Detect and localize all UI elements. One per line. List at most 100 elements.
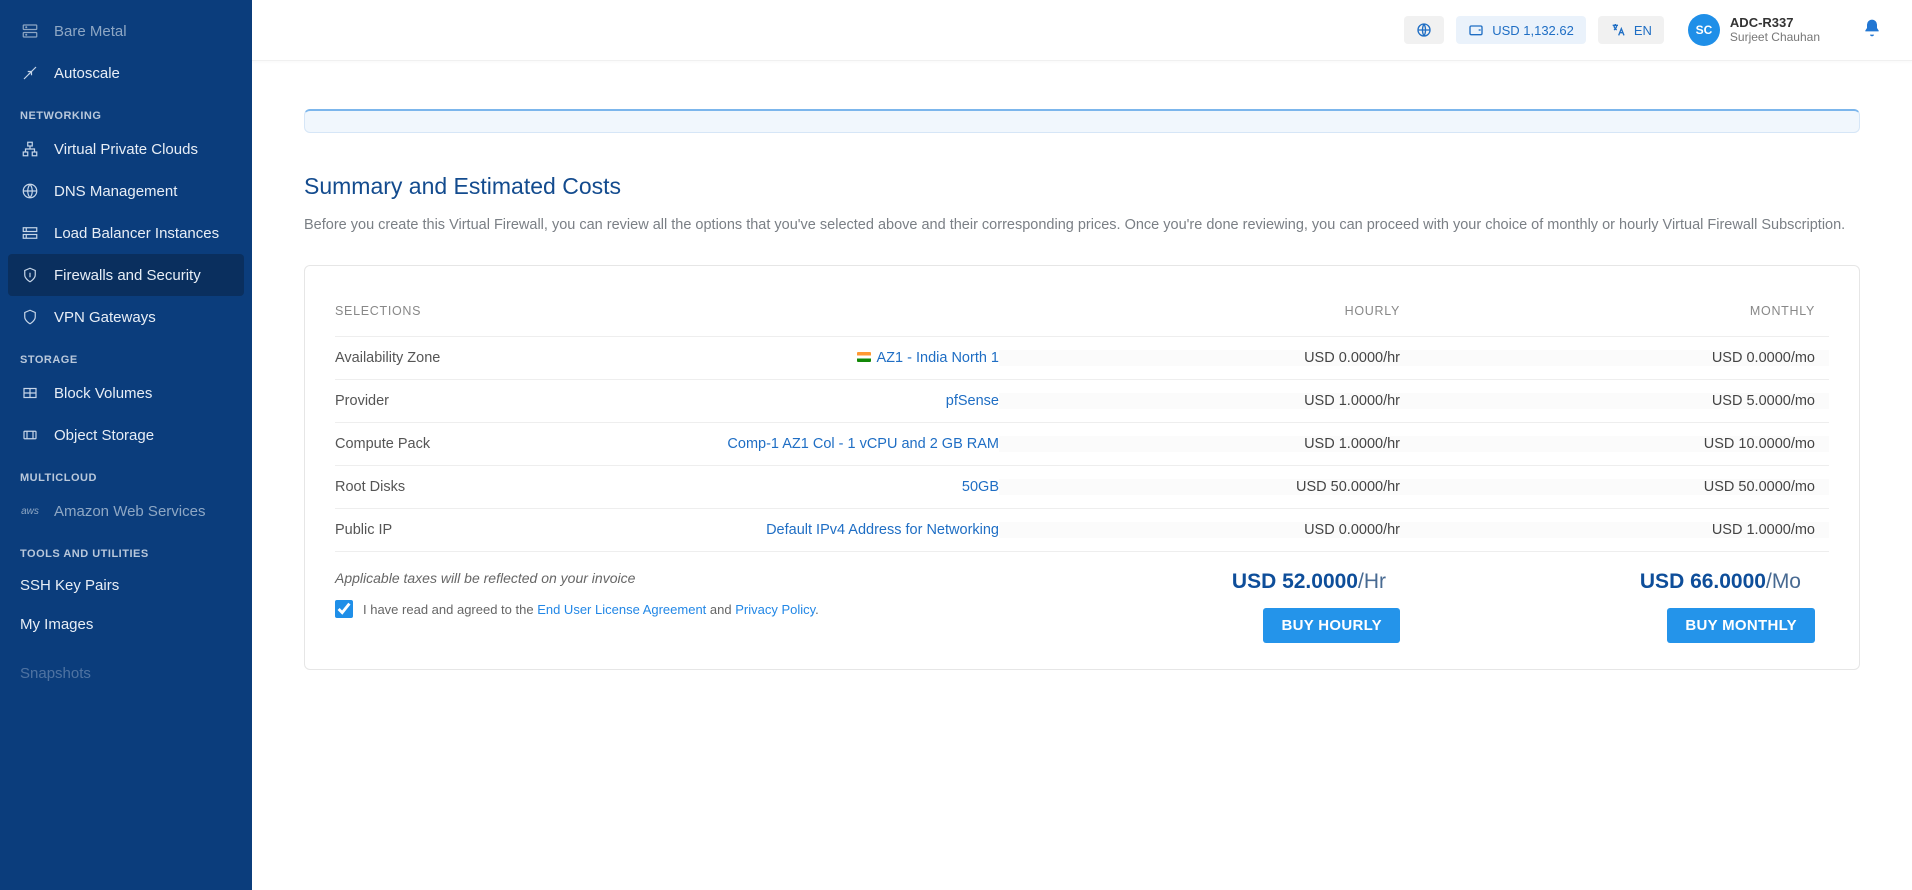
sidebar-item-label: Amazon Web Services — [54, 503, 205, 520]
topbar: USD 1,132.62 EN SC ADC-R337 Surjeet Chau… — [252, 0, 1912, 61]
language-value: EN — [1634, 23, 1652, 38]
row-label: Compute Pack — [335, 436, 430, 452]
load-balancer-icon — [20, 223, 40, 243]
avatar: SC — [1688, 14, 1720, 46]
row-hourly: USD 0.0000/hr — [999, 522, 1414, 538]
row-monthly: USD 10.0000/mo — [1414, 436, 1829, 452]
sidebar-item-label: Object Storage — [54, 427, 154, 444]
privacy-link[interactable]: Privacy Policy — [735, 602, 815, 617]
sidebar-item-block-volumes[interactable]: Block Volumes — [0, 372, 252, 414]
network-icon — [20, 139, 40, 159]
sidebar-item-label: SSH Key Pairs — [20, 577, 119, 594]
scale-icon — [20, 63, 40, 83]
buy-monthly-button[interactable]: BUY MONTHLY — [1667, 608, 1815, 643]
agree-row[interactable]: I have read and agreed to the End User L… — [335, 600, 999, 618]
sidebar: Bare Metal Autoscale NETWORKING Virtual … — [0, 0, 252, 890]
head-hourly: HOURLY — [999, 304, 1414, 318]
balance-chip[interactable]: USD 1,132.62 — [1456, 16, 1586, 44]
user-menu[interactable]: SC ADC-R337 Surjeet Chauhan — [1688, 14, 1820, 46]
row-label: Public IP — [335, 522, 392, 538]
row-value: Comp-1 AZ1 Col - 1 vCPU and 2 GB RAM — [727, 436, 999, 452]
sidebar-item-my-images[interactable]: My Images — [0, 605, 252, 644]
row-label: Provider — [335, 393, 389, 409]
summary-row: Root Disks 50GB USD 50.0000/hr USD 50.00… — [335, 465, 1829, 508]
sidebar-item-bare-metal[interactable]: Bare Metal — [0, 10, 252, 52]
sidebar-item-dns[interactable]: DNS Management — [0, 170, 252, 212]
region-switcher[interactable] — [1404, 16, 1444, 44]
row-value: Default IPv4 Address for Networking — [766, 522, 999, 538]
row-label: Availability Zone — [335, 350, 440, 366]
section-title: Summary and Estimated Costs — [304, 173, 1860, 200]
row-monthly: USD 50.0000/mo — [1414, 479, 1829, 495]
summary-row: Provider pfSense USD 1.0000/hr USD 5.000… — [335, 379, 1829, 422]
firewall-icon — [20, 265, 40, 285]
server-icon — [20, 21, 40, 41]
sidebar-section-tools: TOOLS AND UTILITIES — [0, 532, 252, 566]
notifications-button[interactable] — [1862, 18, 1882, 43]
sidebar-item-ssh-keys[interactable]: SSH Key Pairs — [0, 566, 252, 605]
section-desc: Before you create this Virtual Firewall,… — [304, 214, 1860, 237]
summary-row: Public IP Default IPv4 Address for Netwo… — [335, 508, 1829, 551]
globe-icon — [20, 181, 40, 201]
sidebar-item-label: Bare Metal — [54, 23, 127, 40]
notice-card — [304, 109, 1860, 133]
summary-header: SELECTIONS HOURLY MONTHLY — [335, 296, 1829, 336]
sidebar-item-label: Autoscale — [54, 65, 120, 82]
aws-icon: aws — [20, 501, 40, 521]
row-hourly: USD 0.0000/hr — [999, 350, 1414, 366]
sidebar-section-storage: STORAGE — [0, 338, 252, 372]
sidebar-item-label: Virtual Private Clouds — [54, 141, 198, 158]
sidebar-section-multicloud: MULTICLOUD — [0, 456, 252, 490]
sidebar-item-label: My Images — [20, 616, 93, 633]
sidebar-item-lb[interactable]: Load Balancer Instances — [0, 212, 252, 254]
row-hourly: USD 1.0000/hr — [999, 436, 1414, 452]
summary-card: SELECTIONS HOURLY MONTHLY Availability Z… — [304, 265, 1860, 670]
balance-value: USD 1,132.62 — [1492, 23, 1574, 38]
sidebar-item-vpc[interactable]: Virtual Private Clouds — [0, 128, 252, 170]
sidebar-item-snapshots[interactable]: Snapshots — [0, 654, 252, 693]
summary-row: Compute Pack Comp-1 AZ1 Col - 1 vCPU and… — [335, 422, 1829, 465]
eula-link[interactable]: End User License Agreement — [537, 602, 706, 617]
row-value: pfSense — [946, 393, 999, 409]
sidebar-item-firewalls[interactable]: Firewalls and Security — [8, 254, 244, 296]
language-switcher[interactable]: EN — [1598, 16, 1664, 44]
sidebar-item-aws[interactable]: aws Amazon Web Services — [0, 490, 252, 532]
shield-icon — [20, 307, 40, 327]
sidebar-section-networking: NETWORKING — [0, 94, 252, 128]
user-name: Surjeet Chauhan — [1730, 31, 1820, 44]
sidebar-item-label: DNS Management — [54, 183, 177, 200]
translate-icon — [1610, 22, 1626, 38]
summary-row: Availability Zone AZ1 - India North 1 US… — [335, 336, 1829, 379]
content: Summary and Estimated Costs Before you c… — [252, 109, 1912, 730]
sidebar-item-label: Snapshots — [20, 665, 91, 682]
row-monthly: USD 1.0000/mo — [1414, 522, 1829, 538]
main: USD 1,132.62 EN SC ADC-R337 Surjeet Chau… — [252, 0, 1912, 890]
sidebar-item-label: Load Balancer Instances — [54, 225, 219, 242]
row-value: 50GB — [962, 479, 999, 495]
sidebar-item-vpn[interactable]: VPN Gateways — [0, 296, 252, 338]
tax-note: Applicable taxes will be reflected on yo… — [335, 570, 999, 586]
globe-icon — [1416, 22, 1432, 38]
head-selections: SELECTIONS — [335, 304, 999, 318]
block-icon — [20, 383, 40, 403]
row-monthly: USD 0.0000/mo — [1414, 350, 1829, 366]
sidebar-item-label: Block Volumes — [54, 385, 152, 402]
head-monthly: MONTHLY — [1414, 304, 1829, 318]
total-monthly: USD 66.0000/Mo — [1414, 570, 1815, 594]
user-id: ADC-R337 — [1730, 16, 1820, 30]
row-hourly: USD 50.0000/hr — [999, 479, 1414, 495]
object-icon — [20, 425, 40, 445]
buy-hourly-button[interactable]: BUY HOURLY — [1263, 608, 1400, 643]
row-monthly: USD 5.0000/mo — [1414, 393, 1829, 409]
sidebar-item-autoscale[interactable]: Autoscale — [0, 52, 252, 94]
row-value: AZ1 - India North 1 — [857, 350, 1000, 366]
sidebar-item-label: VPN Gateways — [54, 309, 156, 326]
sidebar-item-label: Firewalls and Security — [54, 267, 201, 284]
total-hourly: USD 52.0000/Hr — [999, 570, 1400, 594]
wallet-icon — [1468, 22, 1484, 38]
row-label: Root Disks — [335, 479, 405, 495]
row-hourly: USD 1.0000/hr — [999, 393, 1414, 409]
sidebar-item-object-storage[interactable]: Object Storage — [0, 414, 252, 456]
india-flag-icon — [857, 352, 871, 362]
agree-checkbox[interactable] — [335, 600, 353, 618]
